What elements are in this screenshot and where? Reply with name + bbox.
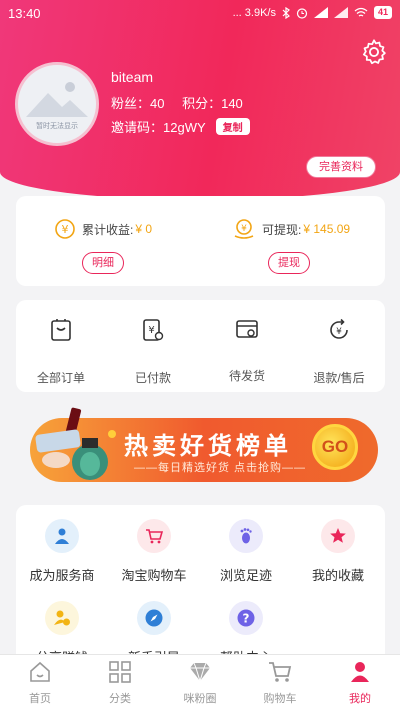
total-earnings-label: 累计收益: [82,222,134,237]
service-label: 淘宝购物车 [121,568,187,583]
order-all[interactable]: 全部订单 [16,318,106,386]
footprint-icon [240,528,252,544]
tab-label: 分类 [109,693,131,705]
detail-button[interactable]: 明细 [82,252,124,274]
order-all-label: 全部订单 [36,371,85,385]
service-label: 成为服务商 [29,568,95,583]
bluetooth-icon [282,6,290,19]
tab-label: 我的 [349,693,371,705]
invite-code-row: 邀请码：12gWY 复制 [111,117,250,136]
order-refund[interactable]: ¥ 退款/售后 [294,318,384,386]
withdraw-button[interactable]: 提现 [268,252,310,274]
order-pending-shipment[interactable]: 待发货 [202,318,292,384]
service-icon-bg [321,519,355,553]
svg-text:¥: ¥ [241,224,247,234]
tab-cart[interactable]: 购物车 [240,661,320,706]
image-placeholder-icon [26,82,88,117]
tab-label: 咪粉圈 [183,693,217,705]
tab-home[interactable]: 首页 [0,661,80,706]
service-icon-bg: ? [229,601,263,635]
order-refund-label: 退款/售后 [313,371,365,385]
service-provider-icon [55,528,69,544]
order-pending-shipment-label: 待发货 [228,369,265,383]
orders-card: 全部订单 ¥ 已付款 待发货 ¥ 退款/售后 [16,300,385,392]
profile-icon [351,662,369,682]
coin-icon: ¥ [55,219,75,239]
user-stats: 粉丝：40 积分：140 [111,93,257,112]
service-icon-bg [229,519,263,553]
withdrawable-value: ¥ 145.09 [303,222,351,236]
order-paid-label: 已付款 [134,371,171,385]
cosmetics-illustration [35,407,116,480]
service-icon-bg [137,601,171,635]
withdrawable-label: 可提现: [262,222,302,237]
total-earnings-value: ¥ 0 [135,222,153,236]
service-item[interactable]: 浏览足迹 [200,519,292,584]
bottom-tab-bar: 首页 分类 咪粉圈 购物车 我的 [0,654,400,710]
total-earnings: ¥ 累计收益: ¥ 0 [54,218,152,240]
withdrawable: ¥ 可提现: ¥ 145.09 [232,218,350,240]
taobao-cart-icon [146,529,163,544]
share-earn-icon [54,610,70,626]
tab-category[interactable]: 分类 [80,661,160,706]
gear-icon[interactable] [360,38,388,66]
signal-icon [313,7,328,18]
tab-label: 首页 [29,693,51,705]
tab-me[interactable]: 我的 [320,661,400,706]
cart-icon [269,662,292,682]
order-paid[interactable]: ¥ 已付款 [108,318,198,386]
invite-code: 邀请码：12gWY [111,120,206,135]
tab-mifen-circle[interactable]: 咪粉圈 [160,661,240,706]
service-icon-bg [45,519,79,553]
service-label: 浏览足迹 [219,568,272,583]
earnings-card: ¥ 累计收益: ¥ 0 ¥ 可提现: ¥ 145.09 [16,196,385,286]
network-speed: ... 3.9K/s [232,6,276,19]
pending-shipment-icon [236,320,258,338]
signal-2-icon [333,7,348,18]
service-item[interactable]: 成为服务商 [16,519,108,584]
tab-label: 购物车 [263,693,297,705]
alarm-icon [296,7,308,19]
banner-subtitle: ——每日精选好货 点击抢购—— [134,462,307,474]
go-button[interactable]: GO [312,424,358,470]
svg-text:?: ? [243,612,250,626]
fans-count: 粉丝：40 [111,96,165,111]
avatar-placeholder-text: 暂时无法显示 [36,123,78,130]
compass-icon [145,609,163,627]
copy-button[interactable]: 复制 [215,118,250,135]
svg-text:¥: ¥ [62,223,69,236]
paid-icon: ¥ [143,319,164,341]
complete-profile-button[interactable]: 完善资料 [306,156,376,178]
category-icon [109,661,131,683]
avatar[interactable]: 暂时无法显示 [15,62,99,146]
diamond-icon [190,662,210,683]
service-item[interactable]: 淘宝购物车 [108,519,200,584]
all-orders-icon [51,319,71,341]
battery-indicator: 41 [373,6,392,19]
points-count: 积分：140 [182,96,243,111]
service-icon-bg [137,519,171,553]
hot-sale-banner[interactable]: 热卖好货榜单 ——每日精选好货 点击抢购—— GO [16,404,385,488]
status-time: 13:40 [8,6,41,21]
home-icon [30,661,50,682]
username: biteam [111,69,154,85]
banner-title: 热卖好货榜单 [124,431,292,460]
service-icon-bg [45,601,79,635]
status-bar: 13:40 ... 3.9K/s 41 [0,0,400,28]
wallet-coin-icon: ¥ [234,219,254,239]
svg-text:¥: ¥ [148,325,154,336]
svg-text:¥: ¥ [336,327,342,337]
help-icon: ? [237,609,255,627]
favorites-icon [330,528,346,543]
service-label: 我的收藏 [311,568,364,583]
service-item[interactable]: 我的收藏 [292,519,384,584]
refund-icon: ¥ [330,318,348,339]
wifi-icon [354,7,368,17]
